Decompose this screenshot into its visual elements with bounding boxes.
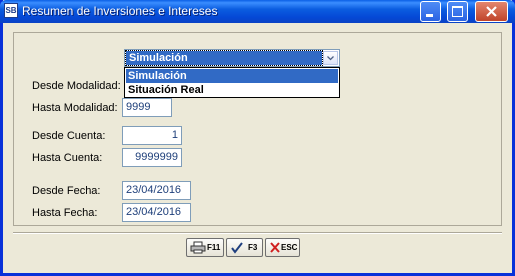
button-bar-separator — [13, 232, 502, 234]
cancel-button[interactable]: ESC — [265, 238, 300, 257]
app-window: SB Resumen de Inversiones e Intereses Si… — [0, 0, 515, 276]
close-icon — [486, 6, 497, 17]
sb-logo-icon[interactable]: SB — [4, 3, 18, 18]
hasta-fecha-field[interactable]: 23/04/2016 — [122, 203, 191, 222]
mode-dropdown-list[interactable]: Simulación Situación Real — [124, 67, 340, 98]
x-icon — [270, 242, 280, 253]
print-button-label: F11 — [207, 243, 221, 252]
close-button[interactable] — [475, 1, 508, 22]
minimize-button[interactable] — [420, 1, 441, 22]
mode-option-simulacion[interactable]: Simulación — [126, 69, 338, 83]
hasta-cuenta-field[interactable]: 9999999 — [122, 148, 182, 167]
hasta-modalidad-label: Hasta Modalidad: — [32, 102, 118, 114]
mode-option-situacion-real[interactable]: Situación Real — [126, 83, 338, 97]
cancel-button-label: ESC — [281, 243, 298, 252]
chevron-down-icon — [327, 56, 334, 61]
hasta-modalidad-field[interactable]: 9999 — [122, 98, 172, 117]
desde-fecha-field[interactable]: 23/04/2016 — [122, 181, 191, 200]
desde-fecha-label: Desde Fecha: — [32, 185, 101, 197]
title-bar[interactable]: SB Resumen de Inversiones e Intereses — [0, 0, 515, 23]
accept-button[interactable]: F3 — [226, 238, 263, 257]
mode-select-toggle[interactable] — [323, 51, 338, 65]
hasta-cuenta-label: Hasta Cuenta: — [32, 152, 103, 164]
desde-modalidad-label: Desde Modalidad: — [32, 80, 121, 92]
hasta-fecha-label: Hasta Fecha: — [32, 207, 98, 219]
desde-cuenta-label: Desde Cuenta: — [32, 130, 106, 142]
mode-select-value: Simulación — [125, 50, 323, 66]
maximize-icon — [452, 6, 463, 17]
mode-select[interactable]: Simulación — [124, 49, 340, 67]
checkmark-icon — [231, 242, 243, 254]
maximize-button[interactable] — [447, 1, 468, 22]
printer-icon — [190, 241, 206, 254]
accept-button-label: F3 — [248, 243, 258, 252]
minimize-icon — [426, 14, 433, 17]
desde-cuenta-field[interactable]: 1 — [122, 126, 182, 145]
print-button[interactable]: F11 — [186, 238, 224, 257]
window-title: Resumen de Inversiones e Intereses — [22, 4, 218, 18]
